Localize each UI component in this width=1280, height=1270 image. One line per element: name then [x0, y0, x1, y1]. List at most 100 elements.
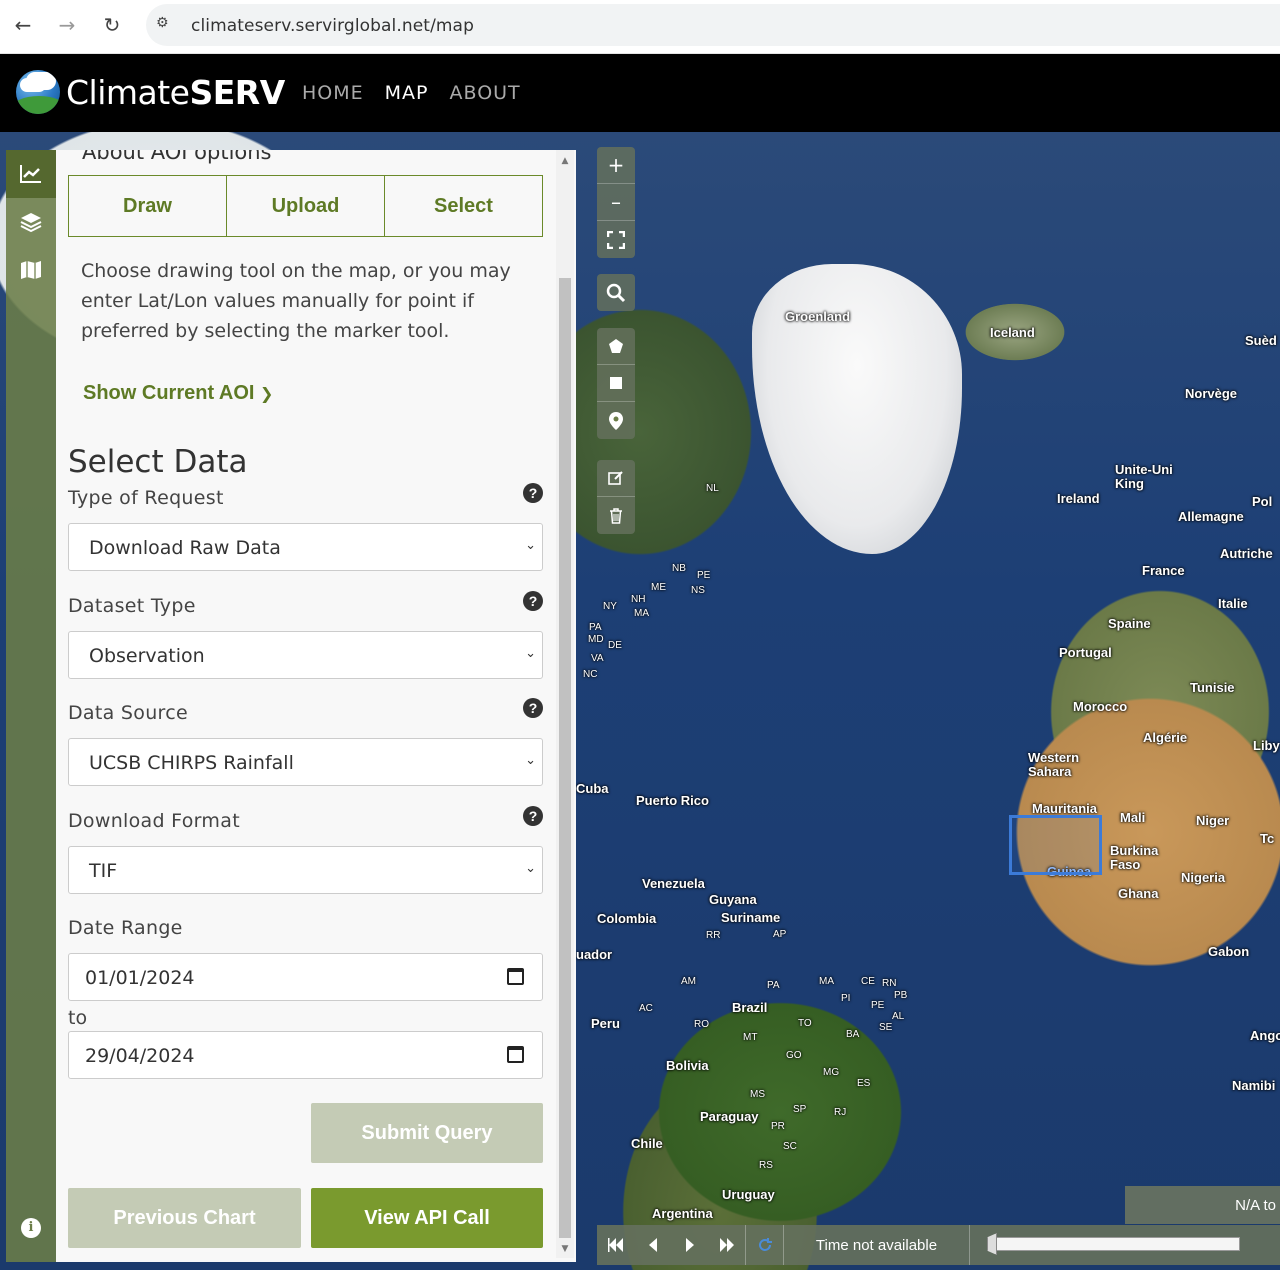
map-label: Iceland: [990, 325, 1035, 340]
rewind-icon[interactable]: [597, 1225, 634, 1265]
climateserv-logo-icon[interactable]: [16, 70, 60, 114]
reload-icon[interactable]: ↻: [95, 8, 129, 42]
calendar-icon[interactable]: [507, 968, 524, 985]
map-label: Argentina: [652, 1206, 713, 1221]
nav-about[interactable]: ABOUT: [450, 82, 521, 104]
map-label: CE: [861, 976, 875, 987]
fullscreen-icon[interactable]: [597, 221, 635, 258]
time-slider[interactable]: [987, 1237, 1240, 1251]
map-label: Peru: [591, 1016, 620, 1031]
map-label: GO: [786, 1050, 802, 1061]
calendar-icon[interactable]: [507, 1046, 524, 1063]
type-of-request-label: Type of Request: [68, 487, 224, 509]
back-icon[interactable]: ←: [6, 8, 40, 42]
map-label: PR: [771, 1121, 785, 1132]
help-icon[interactable]: ?: [523, 698, 543, 718]
loop-icon[interactable]: [746, 1225, 783, 1265]
rectangle-tool-icon[interactable]: [597, 365, 635, 402]
map-label: NS: [691, 585, 705, 596]
help-icon[interactable]: ?: [523, 806, 543, 826]
scrollbar-thumb[interactable]: [559, 278, 571, 1238]
previous-chart-button[interactable]: Previous Chart: [68, 1188, 301, 1248]
app-header: ClimateSERV HOME MAP ABOUT: [0, 54, 1280, 132]
select-data-title: Select Data: [68, 444, 248, 480]
site-info-icon[interactable]: ⚙: [156, 15, 176, 35]
marker-tool-icon[interactable]: [597, 402, 635, 439]
left-icon-bar: i: [6, 150, 56, 1262]
map-label: Portugal: [1059, 645, 1112, 660]
start-date-input[interactable]: 01/01/2024: [68, 953, 543, 1001]
chevron-down-icon: ❯: [260, 384, 274, 403]
side-panel: About AOI options Draw Upload Select Cho…: [56, 150, 576, 1262]
map-label: PB: [894, 990, 908, 1001]
nav-map[interactable]: MAP: [385, 82, 429, 104]
view-api-call-button[interactable]: View API Call: [311, 1188, 543, 1248]
map-label: NH: [631, 594, 646, 605]
dataset-type-select[interactable]: Observation ⌄: [68, 631, 543, 679]
map-label: Tunisie: [1190, 680, 1235, 695]
info-icon[interactable]: i: [21, 1218, 41, 1238]
date-range-to-label: to: [68, 1007, 88, 1029]
map-label: DE: [608, 640, 622, 651]
map-label: Ghana: [1118, 886, 1159, 901]
show-current-aoi-link[interactable]: Show Current AOI ❯: [83, 382, 273, 405]
chevron-down-icon: ⌄: [525, 646, 536, 661]
nav-home[interactable]: HOME: [302, 82, 364, 104]
map-label: MS: [750, 1089, 765, 1100]
trash-icon[interactable]: [597, 497, 635, 534]
aoi-rectangle[interactable]: [1009, 815, 1102, 875]
map-label: TO: [798, 1018, 812, 1029]
chart-line-icon[interactable]: [6, 150, 56, 198]
map-label: Unite-Uni King: [1115, 462, 1173, 491]
browser-toolbar: ← → ↻ ⚙ climateserv.servirglobal.net/map: [0, 0, 1280, 54]
map-label: Ireland: [1057, 491, 1100, 506]
map-icon[interactable]: [6, 246, 56, 294]
map-label: Algérie: [1143, 730, 1188, 745]
map-label: Autriche: [1220, 546, 1273, 561]
map-label: NY: [603, 601, 617, 612]
map-label: Chile: [631, 1136, 663, 1151]
chevron-down-icon: ⌄: [525, 753, 536, 768]
zoom-out-button[interactable]: –: [597, 184, 635, 221]
address-bar[interactable]: ⚙ climateserv.servirglobal.net/map: [146, 4, 1280, 46]
download-format-select[interactable]: TIF ⌄: [68, 846, 543, 894]
url-text[interactable]: climateserv.servirglobal.net/map: [191, 16, 474, 36]
map-label: Brazil: [732, 1000, 768, 1015]
map-label: MG: [823, 1067, 840, 1078]
map-label: Gabon: [1208, 944, 1250, 959]
map-label: AC: [639, 1003, 653, 1014]
download-format-label: Download Format: [68, 810, 240, 832]
type-of-request-select[interactable]: Download Raw Data ⌄: [68, 523, 543, 571]
scroll-down-arrow-icon[interactable]: ▼: [560, 1244, 570, 1254]
data-source-select[interactable]: UCSB CHIRPS Rainfall ⌄: [68, 738, 543, 786]
map-label: BA: [846, 1029, 860, 1040]
help-icon[interactable]: ?: [523, 483, 543, 503]
tab-select[interactable]: Select: [385, 176, 542, 236]
end-date-input[interactable]: 29/04/2024: [68, 1031, 543, 1079]
forward-icon[interactable]: →: [50, 8, 84, 42]
submit-query-button[interactable]: Submit Query: [311, 1103, 543, 1163]
map-label: Guyana: [709, 892, 757, 907]
tab-draw[interactable]: Draw: [69, 176, 227, 236]
map-label: Suèd: [1245, 333, 1277, 348]
edit-layers-icon[interactable]: [597, 460, 635, 497]
search-icon[interactable]: [597, 274, 635, 311]
play-icon[interactable]: [671, 1225, 708, 1265]
layers-icon[interactable]: [6, 198, 56, 246]
tab-upload[interactable]: Upload: [227, 176, 385, 236]
map-label: Pol: [1252, 494, 1273, 509]
map-label: Niger: [1196, 813, 1230, 828]
map-label: Liby: [1253, 738, 1280, 753]
map-label: AL: [892, 1011, 905, 1022]
map-label: uador: [576, 947, 613, 962]
zoom-in-button[interactable]: +: [597, 147, 635, 184]
panel-scrollbar[interactable]: ▲ ▼: [556, 150, 574, 1258]
scroll-up-arrow-icon[interactable]: ▲: [560, 156, 570, 166]
polygon-tool-icon[interactable]: [597, 328, 635, 365]
fast-forward-icon[interactable]: [708, 1225, 745, 1265]
brand-name[interactable]: ClimateSERV: [66, 73, 285, 112]
help-icon[interactable]: ?: [523, 591, 543, 611]
step-back-icon[interactable]: [634, 1225, 671, 1265]
search-control: [597, 274, 635, 311]
top-nav: HOME MAP ABOUT: [302, 82, 521, 104]
